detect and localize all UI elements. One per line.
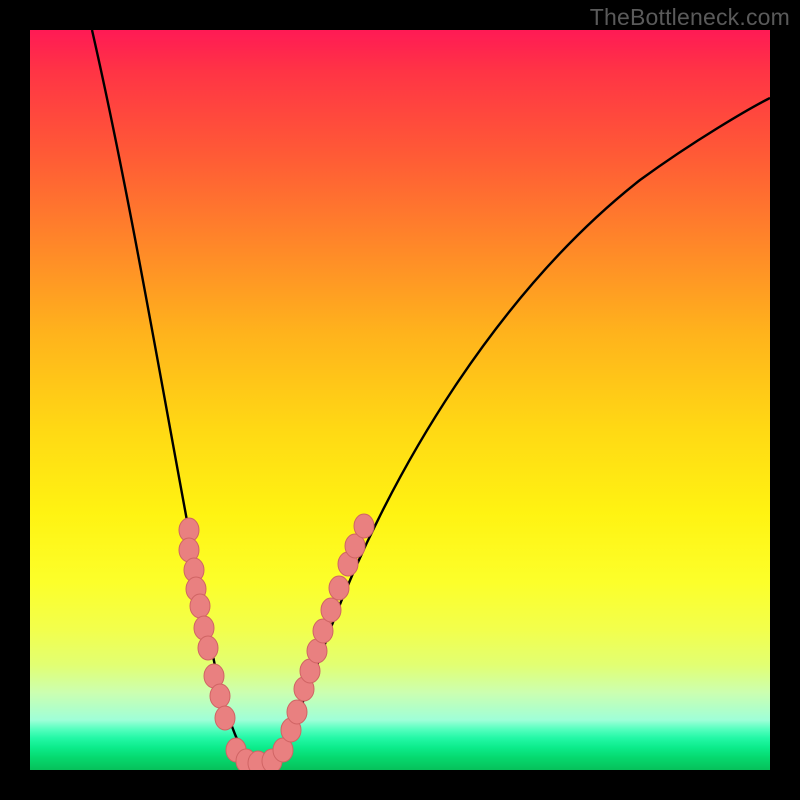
scatter-dot xyxy=(329,576,349,600)
scatter-dot xyxy=(287,700,307,724)
chart-svg xyxy=(30,30,770,770)
bottleneck-curve xyxy=(92,30,770,765)
scatter-dot xyxy=(313,619,333,643)
plot-area xyxy=(30,30,770,770)
scatter-dot xyxy=(210,684,230,708)
watermark-text: TheBottleneck.com xyxy=(590,4,790,31)
scatter-dot xyxy=(198,636,218,660)
scatter-dot xyxy=(190,594,210,618)
scatter-dot xyxy=(215,706,235,730)
scatter-dot xyxy=(354,514,374,538)
scatter-dot xyxy=(321,598,341,622)
chart-frame: TheBottleneck.com xyxy=(0,0,800,800)
scatter-dots xyxy=(179,514,374,770)
